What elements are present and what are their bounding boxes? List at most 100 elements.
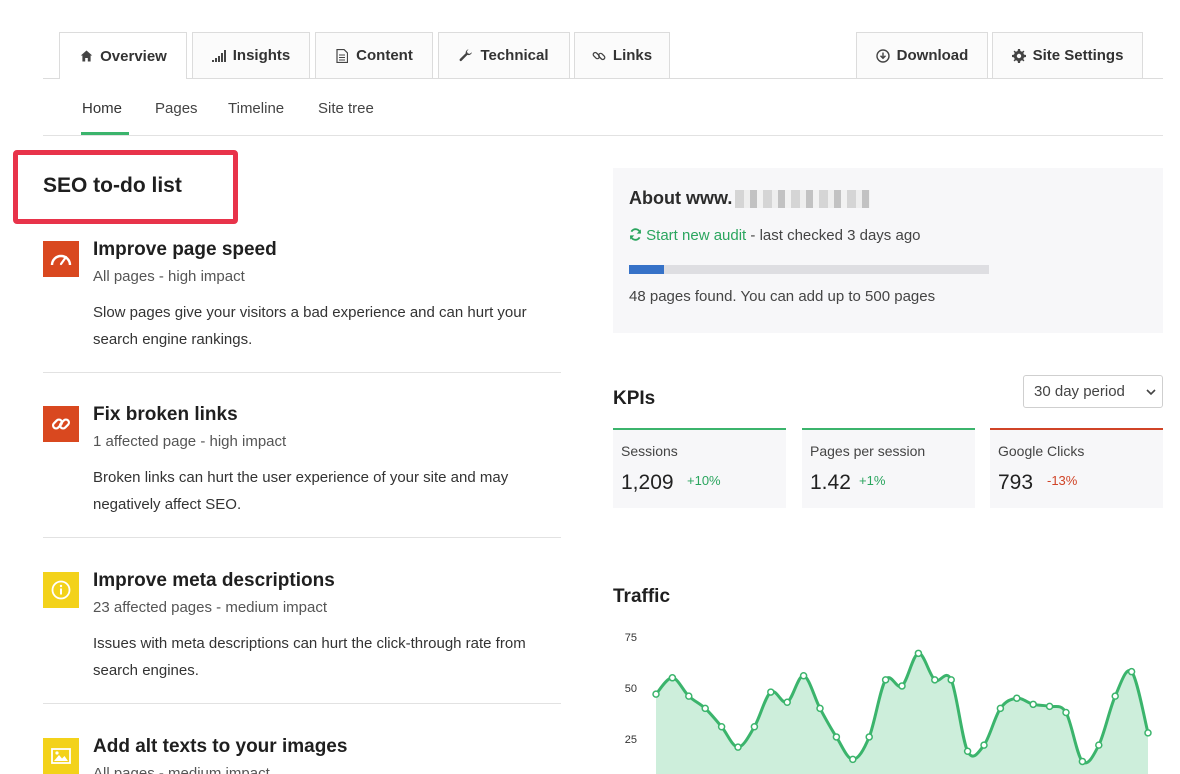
traffic-data-point[interactable] [963,747,972,755]
subnav-pages[interactable]: Pages [155,100,198,117]
tab-content[interactable]: Content [315,32,433,78]
image-icon [43,738,79,774]
period-select[interactable]: 30 day period [1023,375,1163,408]
wrench-icon [459,48,473,63]
divider [43,372,561,373]
kpi-label: Google Clicks [998,443,1085,459]
traffic-data-point[interactable] [865,733,873,741]
divider [43,537,561,538]
link-icon [43,406,79,442]
traffic-data-point[interactable] [832,733,841,741]
main-tabs: Overview Insights Content Technical Link… [43,32,1163,79]
traffic-data-point[interactable] [996,704,1005,713]
kpi-value: 793 [998,471,1034,494]
traffic-area [656,653,1148,774]
speedometer-icon [43,241,79,277]
document-icon [335,48,349,63]
download-button[interactable]: Download [856,32,988,78]
start-audit-link[interactable]: Start new audit [629,227,750,244]
y-tick-label: 25 [625,734,637,746]
pages-found-text: 48 pages found. You can add up to 500 pa… [629,288,936,305]
traffic-data-point[interactable] [668,674,677,682]
todo-item-title[interactable]: Improve meta descriptions [93,570,335,592]
refresh-icon [629,228,642,241]
traffic-data-point[interactable] [816,704,824,713]
traffic-data-point[interactable] [783,698,791,707]
traffic-data-point[interactable] [931,676,939,684]
traffic-data-point[interactable] [685,692,693,700]
traffic-data-point[interactable] [980,741,988,749]
traffic-data-point[interactable] [1144,729,1152,737]
kpi-change: +1% [859,473,886,488]
period-select-value: 30 day period [1034,383,1125,400]
traffic-data-point[interactable] [947,676,955,684]
todo-title: SEO to-do list [43,174,182,197]
audit-status: Start new audit - last checked 3 days ag… [629,227,921,244]
site-settings-button[interactable]: Site Settings [992,32,1143,78]
traffic-data-point[interactable] [1095,741,1103,749]
todo-item-title[interactable]: Add alt texts to your images [93,736,347,758]
traffic-data-point[interactable] [652,690,660,698]
start-audit-label[interactable]: Start new audit [646,227,746,244]
kpi-label: Sessions [621,443,678,459]
subnav-home[interactable]: Home [82,100,122,117]
kpi-change: +10% [687,473,721,488]
traffic-chart: 25 50 75 [625,632,1152,774]
todo-item-title[interactable]: Improve page speed [93,239,277,261]
traffic-data-point[interactable] [849,755,857,764]
traffic-data-point[interactable] [914,649,923,658]
traffic-data-point[interactable] [1111,692,1119,700]
traffic-data-point[interactable] [717,723,726,731]
tab-technical[interactable]: Technical [438,32,570,78]
pages-progress-bar [629,265,989,274]
pages-progress-fill [629,265,664,274]
kpi-value: 1,209 [621,471,674,494]
todo-item-description: Slow pages give your visitors a bad expe… [93,304,527,348]
tab-content-label: Content [356,47,413,64]
traffic-data-point[interactable] [701,704,709,713]
active-tab-indicator [81,132,129,135]
tab-overview-label: Overview [100,47,167,65]
tab-links[interactable]: Links [574,32,670,78]
about-card: About www. Start new audit - last checke… [613,168,1163,333]
divider [43,703,561,704]
traffic-data-point[interactable] [750,723,759,731]
tab-insights[interactable]: Insights [192,32,310,78]
traffic-data-point[interactable] [1078,757,1087,766]
subnav-site-tree[interactable]: Site tree [318,100,374,117]
download-icon [875,48,890,63]
traffic-data-point[interactable] [1013,694,1021,702]
sub-navigation: Home Pages Timeline Site tree [43,79,1163,136]
subnav-timeline[interactable]: Timeline [228,100,284,117]
tab-technical-label: Technical [480,47,549,64]
todo-item-meta: All pages - high impact [93,268,245,285]
kpi-label: Pages per session [810,443,926,459]
gear-icon [1011,48,1026,63]
site-settings-label: Site Settings [1032,47,1124,64]
tab-overview[interactable]: Overview [59,32,187,79]
about-title: About www. [629,188,733,208]
chevron-down-icon [1146,385,1156,402]
tab-links-label: Links [612,47,653,64]
traffic-data-point[interactable] [898,682,906,690]
todo-item-meta: 1 affected page - high impact [93,433,287,450]
traffic-title: Traffic [613,586,671,607]
signal-icon [211,49,226,63]
link-icon [592,49,606,63]
traffic-data-point[interactable] [767,688,775,696]
kpi-change: -13% [1047,473,1078,488]
todo-item-title[interactable]: Fix broken links [93,404,238,426]
kpi-card-pages-per-session: Pages per session 1.42 +1% [802,428,975,508]
kpi-card-sessions: Sessions 1,209 +10% [613,428,786,508]
traffic-data-point[interactable] [799,672,808,680]
kpi-card-google-clicks: Google Clicks 793 -13% [990,428,1163,508]
traffic-data-point[interactable] [1029,700,1037,709]
download-label: Download [896,47,969,64]
todo-item-description: Issues with meta descriptions can hurt t… [93,635,526,679]
traffic-data-point[interactable] [1062,708,1070,717]
last-checked-text: - last checked 3 days ago [750,227,921,244]
traffic-data-point[interactable] [734,743,742,751]
traffic-data-point[interactable] [1127,667,1136,676]
traffic-data-point[interactable] [1045,702,1054,711]
traffic-data-point[interactable] [881,676,890,684]
